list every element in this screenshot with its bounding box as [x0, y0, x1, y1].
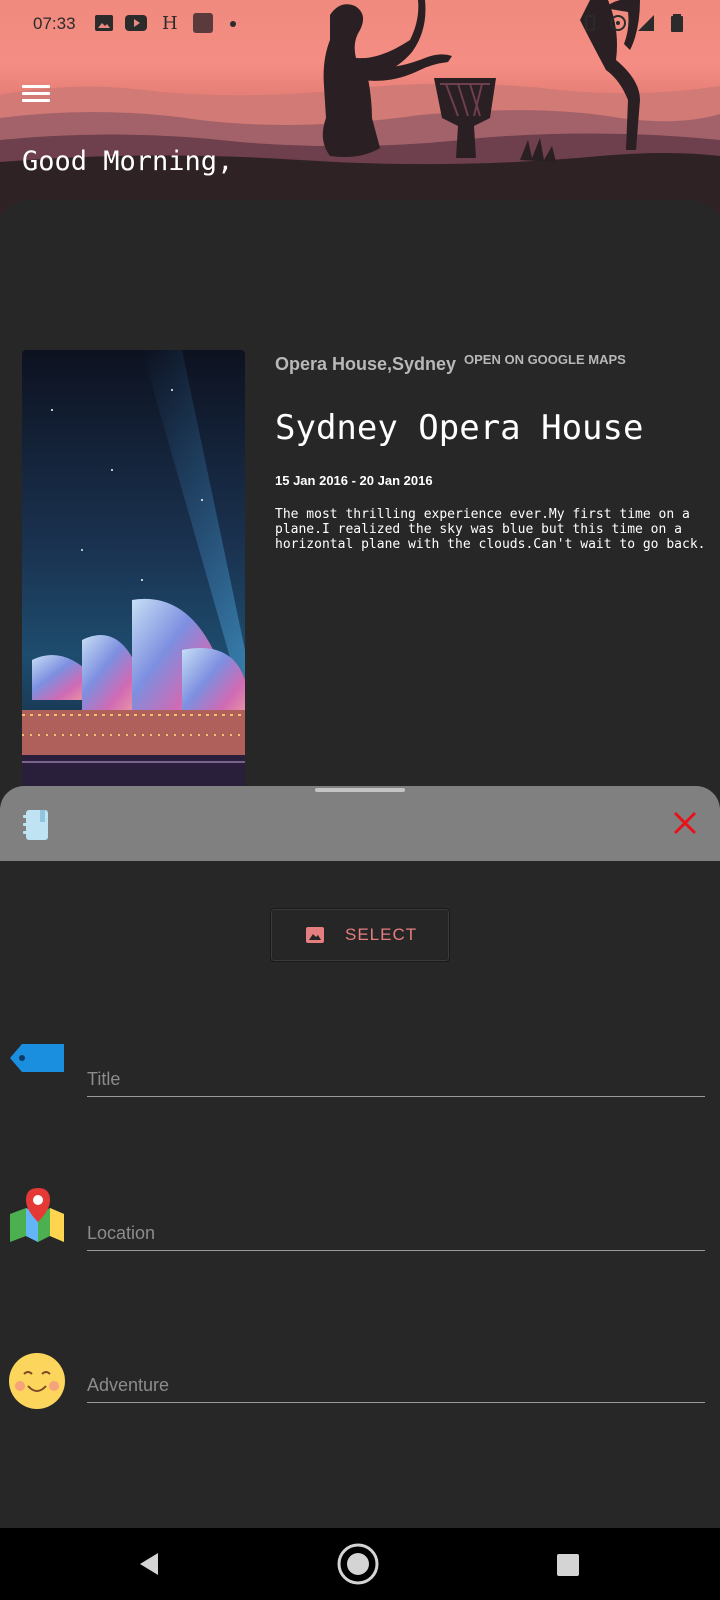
- image-icon: [306, 927, 324, 943]
- status-bar: 07:33 H: [0, 0, 720, 48]
- recents-icon[interactable]: [556, 1553, 580, 1577]
- navigation-bar: [0, 1528, 720, 1600]
- status-time: 07:33: [33, 14, 76, 33]
- bottom-sheet-header: [0, 786, 720, 861]
- menu-icon[interactable]: [20, 82, 52, 108]
- tag-icon: [10, 1044, 64, 1072]
- trip-dates: 15 Jan 2016 - 20 Jan 2016: [275, 473, 433, 488]
- location-input[interactable]: [87, 1223, 705, 1244]
- home-icon[interactable]: [336, 1542, 380, 1586]
- title-field[interactable]: [87, 1048, 705, 1097]
- signal-icon: [638, 15, 654, 31]
- square-icon: [193, 13, 213, 33]
- adventure-input[interactable]: [87, 1375, 705, 1396]
- open-maps-link[interactable]: OPEN ON GOOGLE MAPS: [464, 352, 626, 367]
- image-icon: [95, 15, 113, 31]
- trip-description: The most thrilling experience ever.My fi…: [275, 507, 706, 552]
- dot-icon: [230, 21, 236, 27]
- h-icon: H: [162, 13, 178, 34]
- hotspot-icon: [610, 15, 626, 31]
- opera-house-image: [22, 350, 245, 786]
- notebook-icon: [23, 810, 48, 840]
- location-field[interactable]: [87, 1202, 705, 1251]
- back-icon[interactable]: [136, 1551, 162, 1577]
- place-photo[interactable]: [22, 350, 245, 786]
- select-button-label: SELECT: [345, 925, 418, 944]
- battery-icon: [671, 14, 683, 32]
- close-icon[interactable]: [670, 808, 700, 838]
- map-location-icon: [10, 1188, 64, 1242]
- select-image-button[interactable]: SELECT: [270, 908, 450, 962]
- youtube-icon: [125, 15, 147, 31]
- greeting-text: Good Morning,: [22, 146, 234, 177]
- drag-handle[interactable]: [315, 788, 405, 792]
- adventure-field[interactable]: [87, 1354, 705, 1403]
- vibrate-icon: [585, 15, 595, 31]
- title-input[interactable]: [87, 1069, 705, 1090]
- add-entry-bottom-sheet: SELECT: [0, 786, 720, 1528]
- smiley-icon: [9, 1353, 65, 1409]
- place-name: Opera House,Sydney: [275, 354, 457, 374]
- place-title: Sydney Opera House: [275, 408, 644, 448]
